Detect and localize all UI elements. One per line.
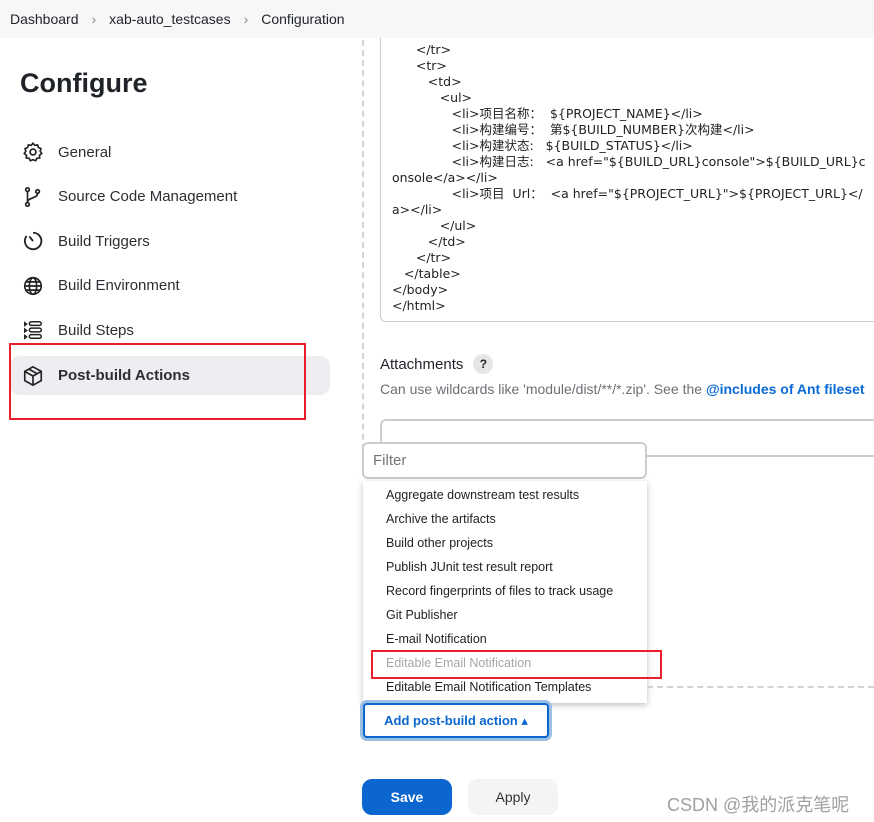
code-line: <li>构建编号： 第${BUILD_NUMBER}次构建</li> xyxy=(392,122,755,137)
code-content: </tr> <tr> <td> <ul> <li>项目名称： ${PROJECT… xyxy=(381,38,874,314)
code-line: </tr> xyxy=(392,42,452,57)
list-icon xyxy=(24,321,42,340)
code-line: <li>构建状态: ${BUILD_STATUS}</li> xyxy=(392,138,693,153)
globe-icon xyxy=(23,276,43,295)
code-line: <li>项目 Url： <a href="${PROJECT_URL}">${P… xyxy=(392,186,863,217)
timer-icon xyxy=(23,231,43,251)
section-divider xyxy=(362,40,364,460)
menu-item[interactable]: Aggregate downstream test results xyxy=(363,481,647,505)
sidebar-item-source-code-management[interactable]: Source Code Management xyxy=(10,175,330,219)
code-line: <td> xyxy=(392,74,462,89)
sidebar-item-label: Build Steps xyxy=(58,321,134,339)
menu-item[interactable]: Archive the artifacts xyxy=(363,505,647,529)
highlight-box xyxy=(9,343,306,420)
code-line: </ul> xyxy=(392,218,477,233)
add-post-build-action-button[interactable]: Add post-build action ▴ xyxy=(363,703,549,738)
menu-item[interactable]: E-mail Notification xyxy=(363,625,647,649)
sidebar-item-label: Source Code Management xyxy=(58,188,238,205)
breadcrumb-project[interactable]: xab-auto_testcases xyxy=(109,11,230,27)
code-line: <li>项目名称： ${PROJECT_NAME}</li> xyxy=(392,106,703,121)
attachments-hint: Can use wildcards like 'module/dist/**/*… xyxy=(380,381,874,398)
attachments-label-row: Attachments ? xyxy=(380,354,494,374)
help-icon[interactable]: ? xyxy=(473,354,494,374)
sidebar-item-label: Build Environment xyxy=(58,277,180,294)
hint-text: Can use wildcards like 'module/dist/**/*… xyxy=(380,381,706,397)
sidebar-item-build-environment[interactable]: Build Environment xyxy=(10,264,330,308)
ant-fileset-link[interactable]: @includes of Ant fileset xyxy=(706,381,865,397)
menu-item[interactable]: Record fingerprints of files to track us… xyxy=(363,577,647,601)
section-divider xyxy=(647,686,874,688)
menu-item[interactable]: Git Publisher xyxy=(363,601,647,625)
sidebar-item-build-triggers[interactable]: Build Triggers xyxy=(10,219,330,263)
code-line: </html> xyxy=(392,298,446,313)
code-line: </td> xyxy=(392,234,466,249)
sidebar-item-general[interactable]: General xyxy=(10,130,330,174)
page-title: Configure xyxy=(20,68,148,98)
breadcrumb-configuration[interactable]: Configuration xyxy=(261,11,344,27)
menu-item[interactable]: Build other projects xyxy=(363,529,647,553)
save-button[interactable]: Save xyxy=(362,779,452,815)
code-line: <li>构建日志: <a href="${BUILD_URL}console">… xyxy=(392,154,866,185)
branch-icon xyxy=(24,186,41,207)
code-line: <tr> xyxy=(392,58,447,73)
gear-icon xyxy=(23,142,43,162)
apply-button[interactable]: Apply xyxy=(468,779,558,815)
watermark: CSDN @我的派克笔呢 xyxy=(667,795,850,815)
highlight-box xyxy=(371,650,662,679)
sidebar-item-label: Build Triggers xyxy=(58,232,150,250)
code-line: <ul> xyxy=(392,90,473,105)
chevron-right-icon: › xyxy=(243,11,249,27)
breadcrumb-dashboard[interactable]: Dashboard xyxy=(10,11,79,27)
breadcrumb: Dashboard › xab-auto_testcases › Configura… xyxy=(0,0,874,38)
menu-item[interactable]: Publish JUnit test result report xyxy=(363,553,647,577)
email-content-textarea[interactable]: </tr> <tr> <td> <ul> <li>项目名称： ${PROJECT… xyxy=(380,38,874,322)
code-line: </table> xyxy=(392,266,461,281)
attachments-label: Attachments xyxy=(380,355,464,373)
chevron-right-icon: › xyxy=(91,11,97,27)
filter-input[interactable] xyxy=(362,442,647,479)
code-line: </body> xyxy=(392,282,449,297)
sidebar-item-label: General xyxy=(58,143,112,161)
code-line: </tr> xyxy=(392,250,452,265)
